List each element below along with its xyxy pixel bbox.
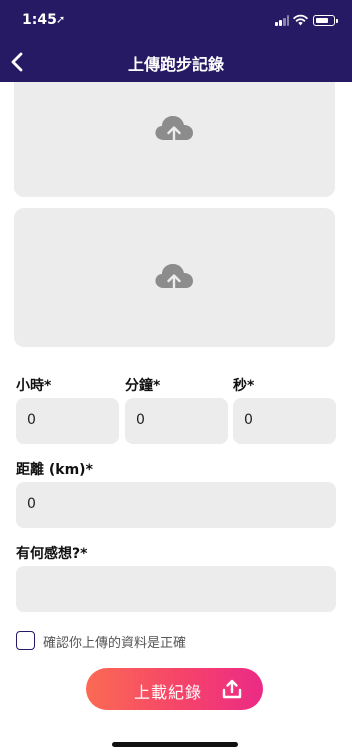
upload-record-button[interactable]: 上載紀錄 bbox=[86, 668, 263, 710]
seconds-input[interactable]: 0 bbox=[233, 398, 336, 444]
distance-label: 距離 (km)* bbox=[16, 462, 93, 478]
status-time: 1:45 bbox=[22, 12, 57, 28]
battery-icon bbox=[313, 15, 338, 26]
location-arrow-icon: ➚ bbox=[56, 13, 66, 26]
minutes-input[interactable]: 0 bbox=[125, 398, 228, 444]
photo-upload-area-2[interactable] bbox=[14, 208, 335, 347]
distance-input[interactable]: 0 bbox=[16, 482, 336, 528]
distance-value: 0 bbox=[27, 496, 36, 512]
seconds-label: 秒* bbox=[233, 378, 255, 394]
confirm-checkbox[interactable] bbox=[16, 631, 35, 650]
hours-value: 0 bbox=[27, 412, 36, 428]
feelings-input[interactable] bbox=[16, 566, 336, 612]
confirm-label[interactable]: 確認你上傳的資料是正確 bbox=[43, 632, 186, 651]
top-bar: 1:45 ➚ 上傳跑步記錄 bbox=[0, 0, 352, 82]
feelings-label: 有何感想?* bbox=[16, 546, 88, 562]
cloud-upload-icon bbox=[155, 116, 193, 144]
cloud-upload-icon bbox=[155, 264, 193, 292]
wifi-icon bbox=[293, 14, 308, 26]
home-indicator[interactable] bbox=[112, 742, 238, 747]
status-bar: 1:45 ➚ bbox=[0, 0, 352, 42]
upload-record-label: 上載紀錄 bbox=[134, 683, 203, 702]
hours-label: 小時* bbox=[16, 378, 52, 394]
minutes-label: 分鐘* bbox=[125, 378, 161, 394]
minutes-value: 0 bbox=[136, 412, 145, 428]
page-title: 上傳跑步記錄 bbox=[127, 55, 224, 74]
upload-icon bbox=[222, 679, 242, 699]
cellular-signal-icon bbox=[275, 15, 289, 26]
hours-input[interactable]: 0 bbox=[16, 398, 119, 444]
seconds-value: 0 bbox=[244, 412, 253, 428]
photo-upload-area-1[interactable] bbox=[14, 82, 335, 197]
